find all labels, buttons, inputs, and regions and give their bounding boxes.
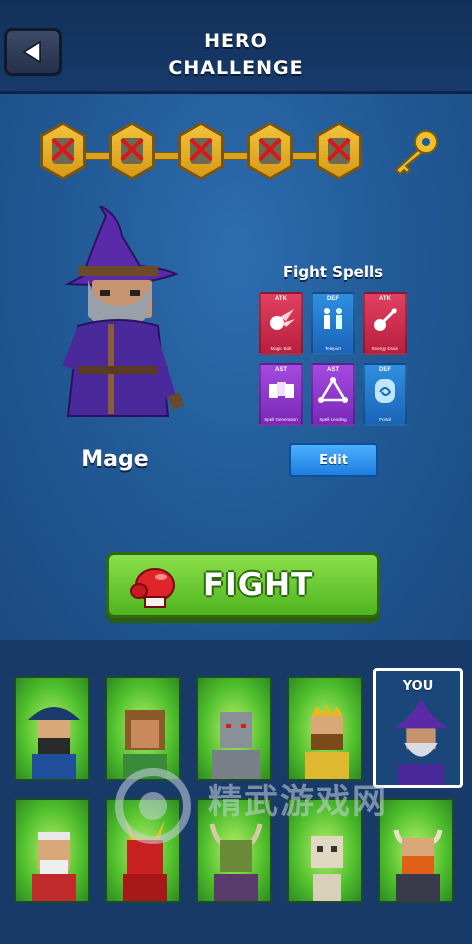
spell-name: Spell Lending xyxy=(319,417,347,422)
spell-name: Magic Bolt xyxy=(270,346,292,351)
spell-card-teleport[interactable]: DEF Teleport xyxy=(311,292,355,355)
hero-card-pirate-captain[interactable] xyxy=(14,676,90,781)
spell-card-spell-lending[interactable]: AST Spell Lending xyxy=(311,363,355,426)
spell-card-spell-generation[interactable]: AST Spell Generation xyxy=(259,363,303,426)
hero-name: Mage xyxy=(81,447,149,472)
spell-name: Portal xyxy=(379,417,391,422)
triangle-link-icon xyxy=(318,377,348,403)
mage-character xyxy=(62,206,185,417)
spell-name: Spell Generation xyxy=(264,417,298,422)
cards-icon xyxy=(269,382,294,398)
you-label: YOU xyxy=(402,679,434,694)
site-watermark: 精武游戏网 xyxy=(108,766,448,846)
fight-spells-title: Fight Spells xyxy=(282,263,384,281)
edit-spells-button[interactable]: Edit xyxy=(289,443,378,477)
header-bar: HERO CHALLENGE xyxy=(0,0,472,94)
energy-drain-icon xyxy=(374,307,398,331)
old-warrior-portrait xyxy=(32,832,76,901)
watermark-text: 精武游戏网 xyxy=(208,782,388,822)
fight-button[interactable]: FIGHT xyxy=(106,552,380,618)
title-line-1: HERO xyxy=(204,30,268,52)
fireball-icon xyxy=(270,309,295,330)
pirate-captain-portrait xyxy=(28,707,80,779)
spell-card-energy-drain[interactable]: ATK Energy Drain xyxy=(363,292,407,355)
page-title: HERO CHALLENGE xyxy=(136,28,336,82)
spell-card-magic-bolt[interactable]: ATK Magic Bolt xyxy=(259,292,303,355)
portal-icon xyxy=(375,379,395,403)
key-icon xyxy=(394,130,438,176)
teleport-icon xyxy=(324,308,342,329)
title-line-2: CHALLENGE xyxy=(168,57,304,79)
spell-card-portal[interactable]: DEF Portal xyxy=(363,363,407,426)
hero-card-old-warrior[interactable] xyxy=(14,798,90,903)
spell-name: Teleport xyxy=(324,346,341,351)
back-button[interactable] xyxy=(4,28,62,76)
watermark-logo-icon xyxy=(115,768,191,844)
boxing-glove-icon xyxy=(130,568,175,608)
back-arrow-icon xyxy=(22,40,41,64)
fight-label: FIGHT xyxy=(203,567,314,603)
spell-name: Energy Drain xyxy=(371,346,399,351)
